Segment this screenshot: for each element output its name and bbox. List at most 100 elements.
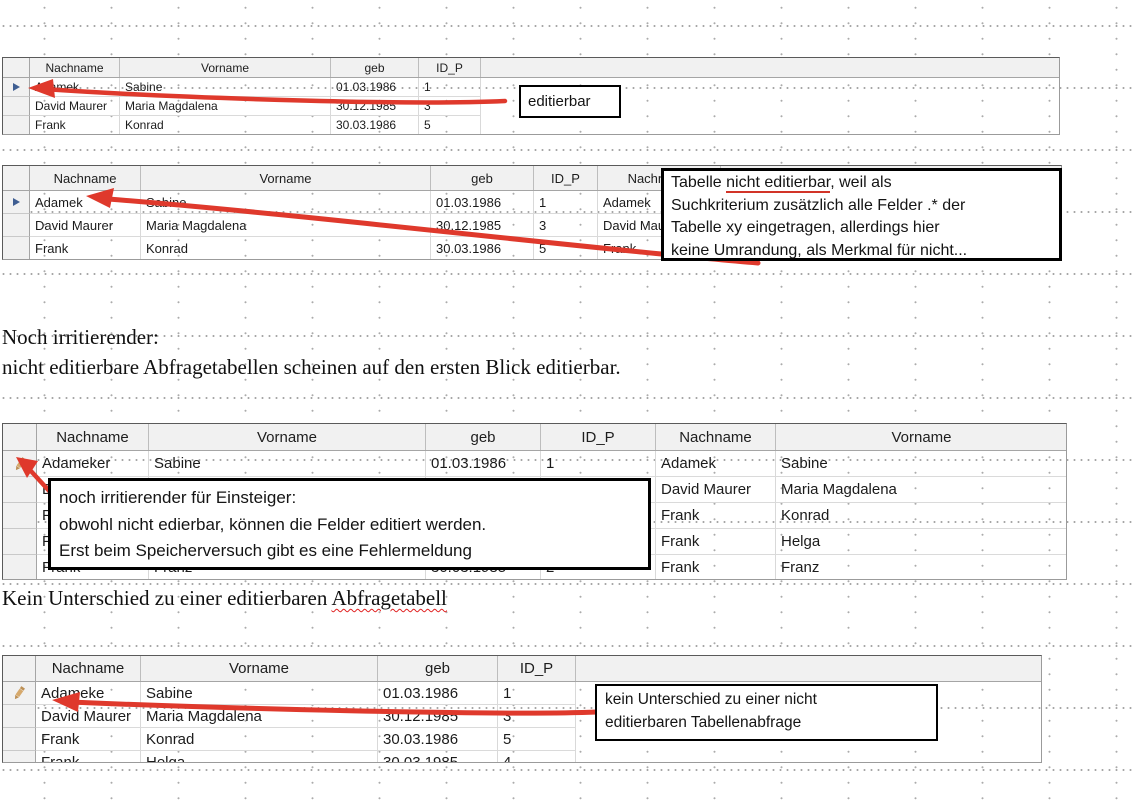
table-cell[interactable]: 30.12.1985	[331, 97, 419, 116]
note-line: Tabelle nicht editierbar, weil als	[671, 172, 1052, 195]
column-header[interactable]: ID_P	[541, 424, 656, 450]
row-header-stub[interactable]	[3, 656, 36, 681]
table-cell[interactable]: 01.03.1986	[426, 451, 541, 477]
table-cell[interactable]: 1	[419, 78, 481, 97]
table-cell[interactable]: 1	[498, 682, 576, 705]
column-header[interactable]: Nachname	[37, 424, 149, 450]
table-cell[interactable]: 30.03.1985	[378, 751, 498, 763]
column-header[interactable]: Vorname	[120, 58, 331, 77]
table-cell[interactable]: Sabine	[120, 78, 331, 97]
table-cell[interactable]: Konrad	[141, 728, 378, 751]
table-cell[interactable]: Frank	[36, 728, 141, 751]
column-header[interactable]: ID_P	[498, 656, 576, 681]
table-cell[interactable]: David Maurer	[30, 97, 120, 116]
table-cell[interactable]: Maria Magdalena	[141, 705, 378, 728]
row-header[interactable]	[3, 191, 30, 214]
table-cell[interactable]: 5	[534, 237, 598, 260]
table-cell[interactable]: 01.03.1986	[431, 191, 534, 214]
table-cell[interactable]: Maria Magdalena	[776, 477, 1067, 503]
column-header[interactable]: ID_P	[419, 58, 481, 77]
table-cell[interactable]: 4	[498, 751, 576, 763]
row-header[interactable]	[3, 116, 30, 135]
table-cell[interactable]: Adameker	[37, 451, 149, 477]
column-header[interactable]: Nachname	[30, 166, 141, 190]
table-cell[interactable]: Frank	[30, 237, 141, 260]
row-header[interactable]	[3, 214, 30, 237]
table-cell[interactable]: Maria Magdalena	[141, 214, 431, 237]
table-cell[interactable]: Helga	[141, 751, 378, 763]
column-header[interactable]: Nachname	[30, 58, 120, 77]
table-cell[interactable]: 1	[534, 191, 598, 214]
column-header[interactable]: Nachname	[656, 424, 776, 450]
row-header[interactable]	[3, 237, 30, 260]
column-header[interactable]: Vorname	[776, 424, 1067, 450]
table-cell[interactable]: Konrad	[141, 237, 431, 260]
caption-line: nicht editierbare Abfragetabellen schein…	[2, 352, 621, 382]
table-cell[interactable]: 01.03.1986	[378, 682, 498, 705]
table-cell[interactable]: Sabine	[149, 451, 426, 477]
table-cell[interactable]: Maria Magdalena	[120, 97, 331, 116]
column-header[interactable]: Vorname	[149, 424, 426, 450]
row-header-stub[interactable]	[3, 58, 30, 77]
row-header[interactable]	[3, 751, 36, 763]
table-cell[interactable]: Adamek	[30, 191, 141, 214]
table-cell[interactable]: Frank	[656, 503, 776, 529]
table-cell[interactable]: Sabine	[776, 451, 1067, 477]
table-cell[interactable]: David Maurer	[36, 705, 141, 728]
row-header[interactable]	[3, 682, 36, 705]
table-cell[interactable]: Frank	[656, 529, 776, 555]
note-line: obwohl nicht edierbar, können die Felder…	[59, 512, 640, 539]
row-header[interactable]	[3, 97, 30, 116]
table-cell[interactable]: Sabine	[141, 682, 378, 705]
row-header[interactable]	[3, 728, 36, 751]
column-header[interactable]: ID_P	[534, 166, 598, 190]
table-cell[interactable]: 30.03.1986	[431, 237, 534, 260]
column-header[interactable]: geb	[331, 58, 419, 77]
table-cell[interactable]: 30.03.1986	[331, 116, 419, 135]
table-cell[interactable]: Frank	[36, 751, 141, 763]
table-cell[interactable]: 3	[534, 214, 598, 237]
table-cell[interactable]: Adameke	[36, 682, 141, 705]
row-header[interactable]	[3, 529, 37, 555]
table-cell[interactable]: David Maurer	[30, 214, 141, 237]
table-cell[interactable]: Konrad	[776, 503, 1067, 529]
row-header-stub[interactable]	[3, 166, 30, 190]
note-line: keine Umrandung, als Merkmal für nicht..…	[671, 240, 1052, 262]
row-header-stub[interactable]	[3, 424, 37, 450]
table-cell[interactable]: Adamek	[656, 451, 776, 477]
table-cell[interactable]: Frank	[30, 116, 120, 135]
edit-pencil-icon	[12, 456, 28, 472]
column-header[interactable]: geb	[431, 166, 534, 190]
column-header[interactable]: geb	[426, 424, 541, 450]
column-header[interactable]: Vorname	[141, 166, 431, 190]
row-header[interactable]	[3, 503, 37, 529]
column-header[interactable]: Nachname	[36, 656, 141, 681]
row-header[interactable]	[3, 477, 37, 503]
column-header[interactable]: geb	[378, 656, 498, 681]
table-cell[interactable]: Konrad	[120, 116, 331, 135]
table-cell[interactable]: 5	[498, 728, 576, 751]
row-header[interactable]	[3, 451, 37, 477]
table-cell[interactable]: Helga	[776, 529, 1067, 555]
note-line: editierbaren Tabellenabfrage	[605, 711, 928, 734]
table-cell[interactable]: 01.03.1986	[331, 78, 419, 97]
table-cell[interactable]: 30.12.1985	[431, 214, 534, 237]
row-header[interactable]	[3, 78, 30, 97]
table-cell[interactable]: 30.12.1985	[378, 705, 498, 728]
table-cell[interactable]: Franz	[776, 555, 1067, 580]
table-cell[interactable]: 3	[498, 705, 576, 728]
column-header[interactable]: Vorname	[141, 656, 378, 681]
table-cell[interactable]: 3	[419, 97, 481, 116]
row-header[interactable]	[3, 555, 37, 580]
page-background: NachnameVornamegebID_PAdamekSabine01.03.…	[0, 0, 1135, 810]
table-cell[interactable]: 5	[419, 116, 481, 135]
table-cell[interactable]: Frank	[656, 555, 776, 580]
table-cell[interactable]: 30.03.1986	[378, 728, 498, 751]
table-cell[interactable]: 1	[541, 451, 656, 477]
editierbar-label: editierbar	[528, 93, 591, 110]
spellcheck-word: Abfragetabell	[331, 586, 446, 610]
table-cell[interactable]: David Maurer	[656, 477, 776, 503]
table-cell[interactable]: Sabine	[141, 191, 431, 214]
table-cell[interactable]: Adamek	[30, 78, 120, 97]
row-header[interactable]	[3, 705, 36, 728]
